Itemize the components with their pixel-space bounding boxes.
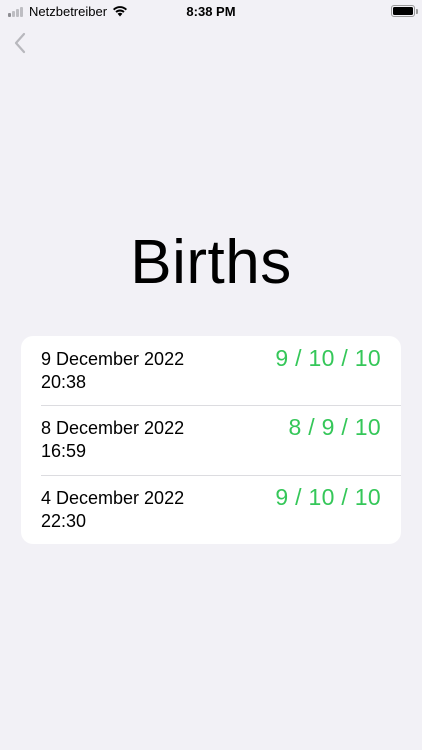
status-bar: Netzbetreiber 8:38 PM <box>0 0 422 24</box>
list-item[interactable]: 4 December 2022 22:30 9 / 10 / 10 <box>21 474 401 544</box>
page-title: Births <box>130 228 292 297</box>
battery-cap <box>416 9 418 14</box>
birth-score: 9 / 10 / 10 <box>275 345 381 371</box>
list-item[interactable]: 9 December 2022 20:38 9 / 10 / 10 <box>21 336 401 405</box>
birth-time: 22:30 <box>41 510 87 531</box>
birth-time: 20:38 <box>41 372 87 392</box>
status-time: 8:38 PM <box>186 4 236 19</box>
birth-time: 16:59 <box>41 441 87 462</box>
birth-score: 9 / 10 / 10 <box>275 483 381 510</box>
birth-date: 9 December 2022 <box>41 349 185 369</box>
chevron-left-icon <box>14 32 26 54</box>
births-list: 9 December 2022 20:38 9 / 10 / 10 8 Dece… <box>21 336 401 544</box>
birth-date: 8 December 2022 <box>41 418 185 439</box>
back-button[interactable] <box>10 30 32 56</box>
birth-score: 8 / 9 / 10 <box>288 414 381 441</box>
battery-icon <box>391 5 415 17</box>
list-item[interactable]: 8 December 2022 16:59 8 / 9 / 10 <box>21 405 401 474</box>
birth-date: 4 December 2022 <box>41 487 185 508</box>
